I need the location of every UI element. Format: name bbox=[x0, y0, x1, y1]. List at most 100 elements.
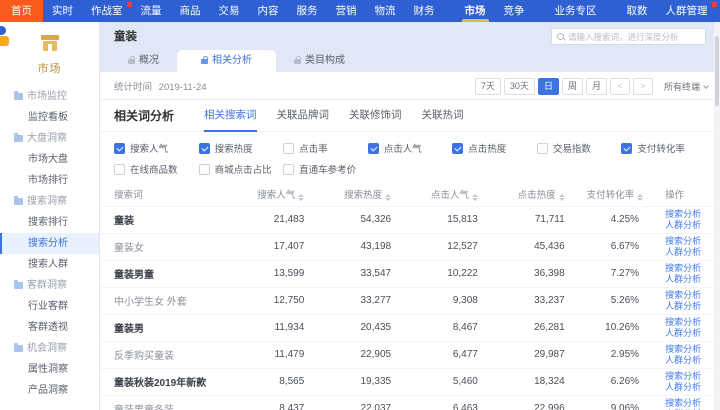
column-header-支付转化率[interactable]: 支付转化率 bbox=[587, 182, 661, 206]
action-link-人群分析[interactable]: 人群分析 bbox=[665, 247, 720, 258]
filter-点击率[interactable]: 点击率 bbox=[283, 141, 368, 155]
subtab-关联修饰词[interactable]: 关联修饰词 bbox=[349, 100, 402, 132]
action-link-搜索分析[interactable]: 搜索分析 bbox=[665, 344, 720, 355]
nav-item-作战室[interactable]: 作战室 bbox=[82, 0, 132, 22]
nav-item-业务专区[interactable]: 业务专区 bbox=[546, 0, 606, 22]
filter-直通车参考价[interactable]: 直通车参考价 bbox=[283, 162, 368, 176]
checkbox-icon[interactable] bbox=[283, 143, 294, 154]
terminal-dropdown[interactable]: 所有终端 bbox=[664, 80, 708, 93]
filter-点击热度[interactable]: 点击热度 bbox=[452, 141, 537, 155]
checkbox-icon[interactable] bbox=[199, 143, 210, 154]
sidebar-group-客群洞察[interactable]: 客群洞察 bbox=[0, 275, 99, 296]
sidebar-item-市场排行[interactable]: 市场排行 bbox=[0, 170, 99, 191]
column-header-点击人气[interactable]: 点击人气 bbox=[413, 182, 500, 206]
sidebar-group-机会洞察[interactable]: 机会洞察 bbox=[0, 338, 99, 359]
sort-down-icon bbox=[385, 198, 391, 201]
nav-item-学院[interactable]: 学院 bbox=[717, 0, 720, 22]
nav-item-营销[interactable]: 营销 bbox=[327, 0, 366, 22]
sidebar-item-客群透视[interactable]: 客群透视 bbox=[0, 317, 99, 338]
nav-item-服务[interactable]: 服务 bbox=[288, 0, 327, 22]
sidebar-item-行业客群[interactable]: 行业客群 bbox=[0, 296, 99, 317]
filter-支付转化率[interactable]: 支付转化率 bbox=[621, 141, 706, 155]
nav-item-财务[interactable]: 财务 bbox=[405, 0, 444, 22]
action-link-人群分析[interactable]: 人群分析 bbox=[665, 328, 720, 339]
nav-item-首页[interactable]: 首页 bbox=[0, 0, 43, 22]
subtab-相关搜索词[interactable]: 相关搜索词 bbox=[204, 100, 257, 132]
filter-商城点击占比[interactable]: 商城点击占比 bbox=[199, 162, 284, 176]
sidebar-item-监控看板[interactable]: 监控看板 bbox=[0, 107, 99, 128]
action-link-人群分析[interactable]: 人群分析 bbox=[665, 355, 720, 366]
next-period-button[interactable]: > bbox=[633, 78, 653, 95]
action-link-人群分析[interactable]: 人群分析 bbox=[665, 382, 720, 393]
value-cell: 11,479 bbox=[243, 341, 327, 368]
action-link-人群分析[interactable]: 人群分析 bbox=[665, 220, 720, 231]
action-cell: 搜索分析人群分析 bbox=[661, 395, 720, 410]
nav-item-竞争[interactable]: 竞争 bbox=[495, 0, 534, 22]
prev-period-button[interactable]: < bbox=[610, 78, 630, 95]
action-link-搜索分析[interactable]: 搜索分析 bbox=[665, 236, 720, 247]
filter-label: 点击热度 bbox=[468, 144, 506, 155]
column-header-label: 搜索人气 bbox=[257, 190, 295, 201]
checkbox-icon[interactable] bbox=[452, 143, 463, 154]
action-link-搜索分析[interactable]: 搜索分析 bbox=[665, 209, 720, 220]
value-cell: 20,435 bbox=[326, 314, 413, 341]
range-button-周[interactable]: 周 bbox=[562, 78, 583, 95]
action-link-人群分析[interactable]: 人群分析 bbox=[665, 274, 720, 285]
action-link-搜索分析[interactable]: 搜索分析 bbox=[665, 398, 720, 409]
filter-交易指数[interactable]: 交易指数 bbox=[537, 141, 622, 155]
column-header-点击热度[interactable]: 点击热度 bbox=[500, 182, 587, 206]
checkbox-icon[interactable] bbox=[114, 143, 125, 154]
nav-item-物流[interactable]: 物流 bbox=[366, 0, 405, 22]
action-link-搜索分析[interactable]: 搜索分析 bbox=[665, 263, 720, 274]
action-link-搜索分析[interactable]: 搜索分析 bbox=[665, 290, 720, 301]
search-input[interactable] bbox=[568, 32, 700, 42]
sidebar-group-大盘洞察[interactable]: 大盘洞察 bbox=[0, 128, 99, 149]
nav-item-内容[interactable]: 内容 bbox=[249, 0, 288, 22]
filter-点击人气[interactable]: 点击人气 bbox=[368, 141, 453, 155]
search-box[interactable] bbox=[551, 28, 706, 45]
sidebar-group-搜索洞察[interactable]: 搜索洞察 bbox=[0, 191, 99, 212]
action-link-搜索分析[interactable]: 搜索分析 bbox=[665, 371, 720, 382]
sidebar-item-搜索分析[interactable]: 搜索分析 bbox=[0, 233, 99, 254]
checkbox-icon[interactable] bbox=[621, 143, 632, 154]
sidebar-item-市场大盘[interactable]: 市场大盘 bbox=[0, 149, 99, 170]
filter-在线商品数[interactable]: 在线商品数 bbox=[114, 162, 199, 176]
sidebar-item-搜索人群[interactable]: 搜索人群 bbox=[0, 254, 99, 275]
range-button-7天[interactable]: 7天 bbox=[475, 78, 501, 95]
column-header-搜索热度[interactable]: 搜索热度 bbox=[326, 182, 413, 206]
tab-类目构成[interactable]: 类目构成 bbox=[276, 50, 363, 72]
tab-相关分析[interactable]: 相关分析 bbox=[177, 50, 276, 72]
checkbox-icon[interactable] bbox=[114, 164, 125, 175]
scrollbar-thumb[interactable] bbox=[715, 36, 719, 106]
checkbox-icon[interactable] bbox=[537, 143, 548, 154]
tab-概况[interactable]: 概况 bbox=[110, 50, 177, 72]
scrollbar[interactable] bbox=[714, 22, 720, 410]
range-button-30天[interactable]: 30天 bbox=[504, 78, 535, 95]
action-link-人群分析[interactable]: 人群分析 bbox=[665, 301, 720, 312]
nav-item-交易[interactable]: 交易 bbox=[210, 0, 249, 22]
subtab-关联品牌词[interactable]: 关联品牌词 bbox=[277, 100, 330, 132]
sidebar-group-label: 客群洞察 bbox=[27, 280, 67, 291]
nav-item-商品[interactable]: 商品 bbox=[171, 0, 210, 22]
column-header-搜索人气[interactable]: 搜索人气 bbox=[243, 182, 327, 206]
nav-item-人群管理[interactable]: 人群管理 bbox=[657, 0, 717, 22]
filter-搜索热度[interactable]: 搜索热度 bbox=[199, 141, 284, 155]
nav-item-流量[interactable]: 流量 bbox=[132, 0, 171, 22]
nav-item-实时[interactable]: 实时 bbox=[43, 0, 82, 22]
checkbox-icon[interactable] bbox=[368, 143, 379, 154]
range-button-日[interactable]: 日 bbox=[538, 78, 559, 95]
column-header-label: 搜索热度 bbox=[344, 190, 382, 201]
range-button-月[interactable]: 月 bbox=[586, 78, 607, 95]
filter-搜索人气[interactable]: 搜索人气 bbox=[114, 141, 199, 155]
checkbox-icon[interactable] bbox=[283, 164, 294, 175]
sidebar-group-市场监控[interactable]: 市场监控 bbox=[0, 86, 99, 107]
subtab-关联热词[interactable]: 关联热词 bbox=[422, 100, 464, 132]
action-link-搜索分析[interactable]: 搜索分析 bbox=[665, 317, 720, 328]
checkbox-icon[interactable] bbox=[199, 164, 210, 175]
sidebar-item-属性洞察[interactable]: 属性洞察 bbox=[0, 359, 99, 380]
nav-item-市场[interactable]: 市场 bbox=[456, 0, 495, 22]
sort-down-icon bbox=[472, 198, 478, 201]
sidebar-item-搜索排行[interactable]: 搜索排行 bbox=[0, 212, 99, 233]
sidebar-item-产品洞察[interactable]: 产品洞察 bbox=[0, 380, 99, 401]
nav-item-取数[interactable]: 取数 bbox=[618, 0, 657, 22]
